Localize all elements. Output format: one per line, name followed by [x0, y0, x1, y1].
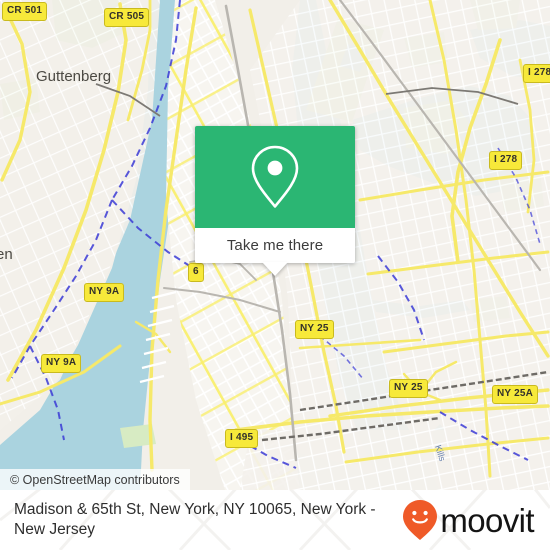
road-shield: NY 25 — [295, 320, 334, 339]
road-shield: I 495 — [225, 429, 259, 448]
location-address: Madison & 65th St, New York, NY 10065, N… — [14, 501, 376, 538]
road-shield: I 278 — [489, 151, 523, 170]
place-label: en — [0, 246, 13, 263]
map-canvas[interactable]: CR 501 CR 505 I 278 I 278 6 NY 9A NY 25 NY 9A NY… — [0, 0, 550, 490]
road-shield: NY 25 — [389, 379, 428, 398]
location-info-card[interactable]: Take me there — [195, 126, 355, 276]
moovit-wordmark: moovit — [440, 501, 534, 539]
road-shield: I 278 — [523, 64, 550, 83]
road-shield: CR 501 — [2, 2, 48, 21]
road-shield: NY 9A — [84, 283, 125, 302]
road-shield: NY 25A — [492, 385, 539, 404]
map-screenshot: CR 501 CR 505 I 278 I 278 6 NY 9A NY 25 NY 9A NY… — [0, 0, 550, 550]
moovit-logo[interactable]: moovit — [402, 499, 540, 541]
road-shield: CR 505 — [104, 8, 150, 27]
osm-attribution[interactable]: © OpenStreetMap contributors — [0, 469, 190, 490]
card-image-area — [195, 126, 355, 228]
attribution-text: © OpenStreetMap contributors — [10, 472, 180, 487]
road-shield: 6 — [188, 263, 204, 282]
place-label: Guttenberg — [36, 68, 112, 85]
footer-content: Madison & 65th St, New York, NY 10065, N… — [0, 490, 550, 550]
take-me-there-label: Take me there — [226, 237, 324, 254]
map-pin-icon — [251, 145, 299, 208]
moovit-smiley-pin-icon — [403, 500, 438, 540]
road-shield: NY 9A — [41, 354, 82, 373]
footer-bar: Madison & 65th St, New York, NY 10065, N… — [0, 490, 550, 550]
card-pointer-tail — [262, 262, 288, 276]
card-footer[interactable]: Take me there — [195, 228, 355, 276]
